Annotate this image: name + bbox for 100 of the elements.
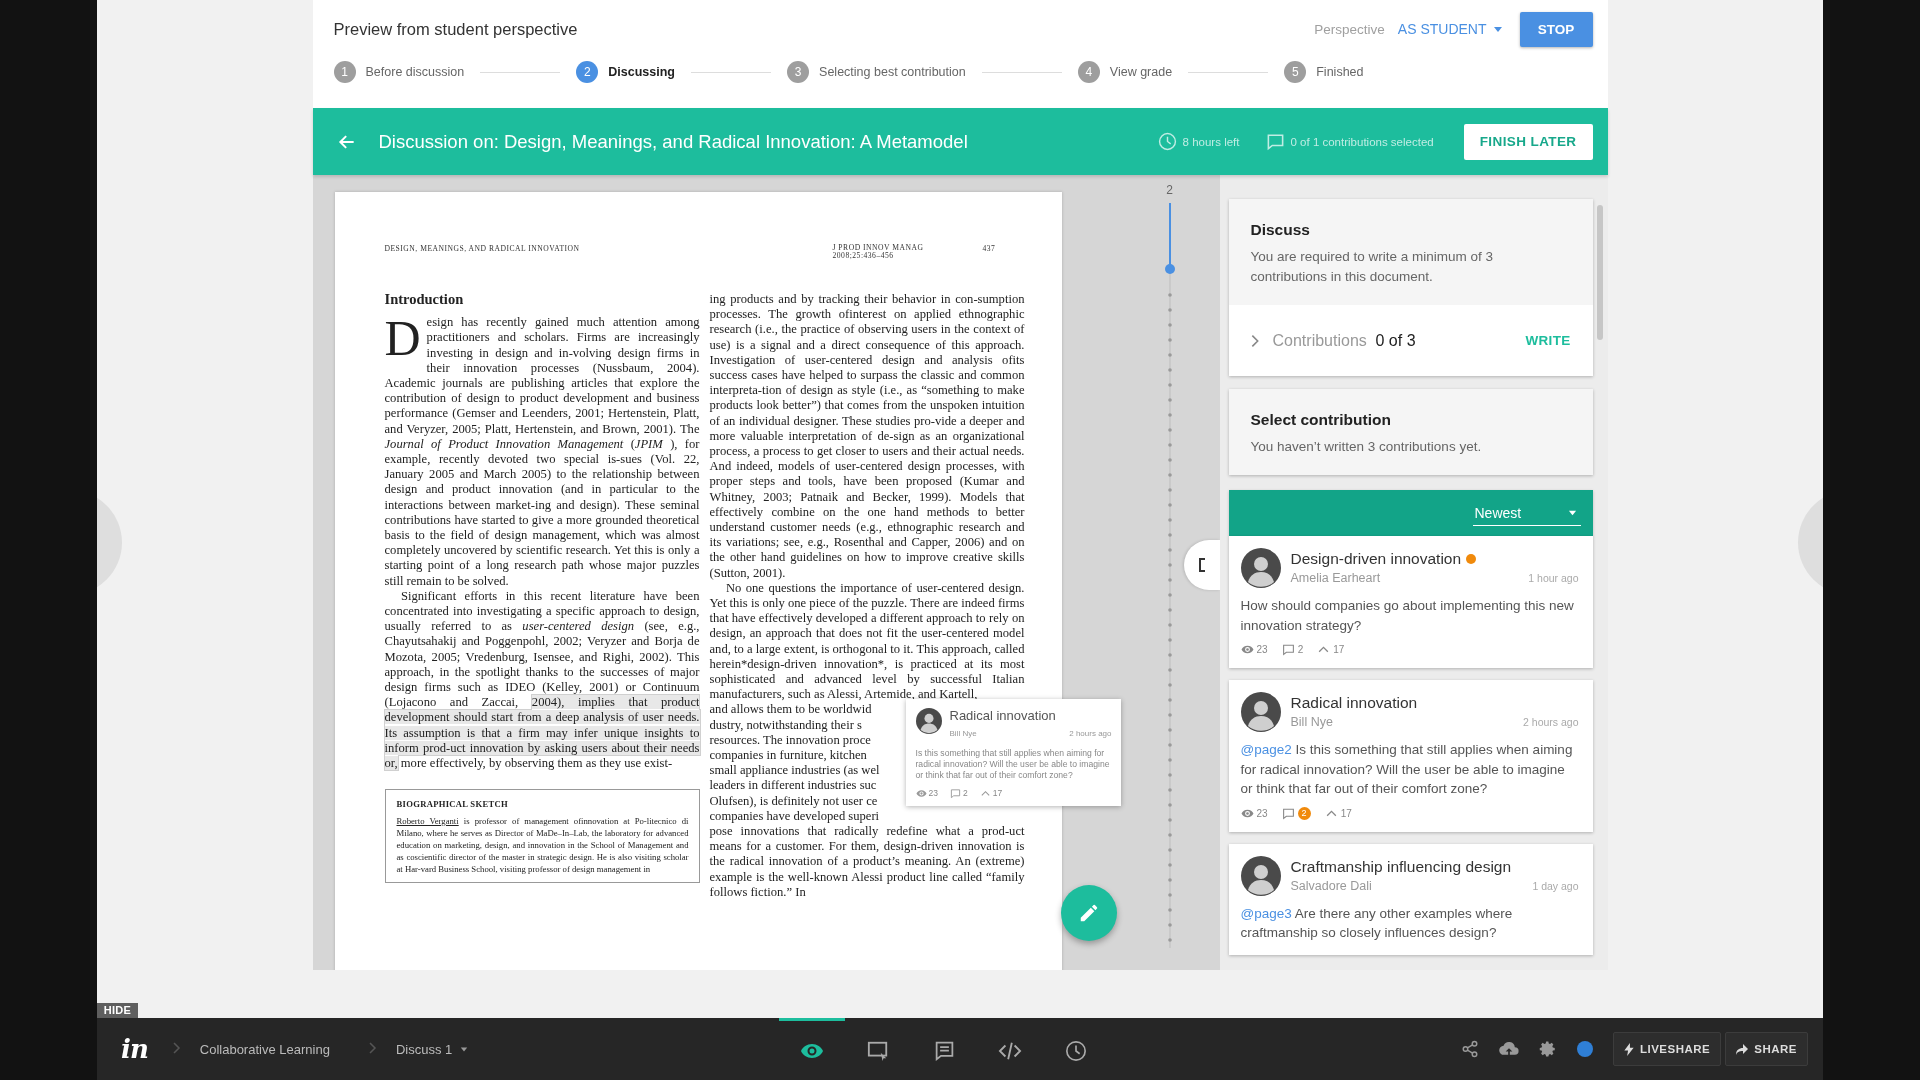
comment-title: Design-driven innovation <box>1290 550 1462 568</box>
avatar-icon <box>1240 548 1281 588</box>
reply-count: 2 <box>1297 644 1304 655</box>
comment-popup[interactable]: Radical innovation Bill Nye 2 hours ago Is this something that still applies when aiming for radical innovation? Will the user be able to imagine or think that far out of their comfort zone? 23 2 17 <box>905 699 1121 806</box>
page-title: Preview from student perspective <box>333 19 579 39</box>
comment-title: Radical innovation <box>1290 694 1418 712</box>
time-left-text: 8 hours left <box>1182 135 1240 148</box>
comment-card[interactable]: Design-driven innovation Amelia Earheart 1 hour ago How should companies go about implementing this new innovation strategy? 23 2 17 <box>1228 536 1593 668</box>
bracket-icon <box>1197 558 1206 572</box>
view-count: 23 <box>928 787 938 799</box>
biography-text: Roberto Verganti is professor of management ofinnovation at Po-litecnico di Milano, where he serves as Director of MaDe–In–Lab, the laboratory for advanced education on marketing, design, and innovation in the School of Management and as coscientific director of the master in strategic design. He is also visiting scholar at Har-vard Business School, visiting professor of design management in <box>396 814 689 876</box>
paragraph: pose innovations that radically redefine what a prod-uct means for a customer. For them, design-driven innovation is the radical innovation of a product’s meaning. An (extreme) example is the well-known Alessi product line called “family follows fiction.” In <box>709 824 1025 900</box>
scrollbar-thumb[interactable] <box>1596 205 1603 340</box>
breadcrumb-dropdown[interactable]: Discuss 1 <box>395 1041 469 1057</box>
comment-author: Amelia Earheart <box>1290 571 1381 585</box>
share-icon <box>1460 1040 1479 1058</box>
paragraph: ing products and by tracking their behavior in con-sumption processes. The growth ofinterest on applied ethnographic research (i.e., the practice of observing users in the context of use) is a signal and a direct consequence of this approach. Investigation of user-centered design and analysis ofits success cases have helped to surpass the classic and common interpreta-tion of design as style (i.e., as “something to make products look better”) that comes from the unspoken intuition of an individual designer. These studies pro-vide a deeper and more valuable interpretation of de-sign as an organizational process, a process to get closer to users and their actual needs. And indeed, models of user-centered design processes, with proper steps and tools, have been proposed (Kumar and Whitney, 2003; Patnaik and Becker, 1999). Models that effectively combine on the one hand methods to better understand customer needs (e.g., ethnographic research and its variations; see, e.g., Rosenthal and Capper, 2006) and on the other hand guidelines on how to improve creative skills (Sutton, 2001). <box>709 292 1025 581</box>
step-label[interactable]: View grade <box>1109 65 1173 79</box>
text-line: leaders in different industries suc <box>709 778 877 794</box>
comment-title: Craftmanship influencing design <box>1290 857 1512 876</box>
comment-time: 2 hours ago <box>1069 728 1112 741</box>
avatar-icon <box>1240 855 1281 896</box>
liveshare-button[interactable]: LIVESHARE <box>1612 1032 1722 1066</box>
hide-button[interactable]: HIDE <box>97 1002 138 1018</box>
perspective-dropdown[interactable]: AS STUDENT <box>1397 21 1503 37</box>
paragraph: Significant efforts in this recent literature have been concentrated into investigating a specific approach to design, usually referred to as user-centered design (see, e.g., Chayutsahakij and Poggenpohl, 2002; Veryzer and Borja de Mozota, 2005; Vredenburg, Isensee, and Righi, 2002). This approach, in the spotlight thanks to the successes of major design firms such as IDEO (Kelley, 2001) or Continuum (Lojacono and Zaccai, 2004), implies that product development should start from a deep analysis of user needs. Its assumption is that a firm may infer unique insights to inform prod-uct innovation by asking users about their needs or, more effectively, by observing them as they use exist- <box>384 588 700 772</box>
comment-text: @page2 Is this something that still applies when aiming for radical innovation? Will the user be able to imagine or think that far out of their comfort zone? <box>1240 741 1574 798</box>
comment-time: 1 day ago <box>1532 879 1579 892</box>
card-title: Select contribution <box>1250 411 1392 429</box>
comment-card[interactable]: Craftmanship influencing design Salvadore Dali 1 day ago @page3 Are there any other examples where craftmanship so closely influences design? <box>1228 843 1593 955</box>
app-logo: in <box>121 1034 148 1064</box>
card-text: You haven’t written 3 contributions yet. <box>1250 438 1483 456</box>
section-heading: Introduction <box>384 292 465 308</box>
card-title: Discuss <box>1250 221 1311 239</box>
comment-text: Is this something that still applies when aiming for radical innovation? Will the user be able to imagine or think that far out of their comfort zone? <box>915 747 1111 782</box>
view-count: 23 <box>1256 644 1268 655</box>
eye-icon <box>1240 643 1254 656</box>
cloud-button[interactable] <box>1498 1040 1519 1058</box>
comment-card[interactable] <box>1228 680 1593 832</box>
text-line: dustry, notwithstanding their s <box>709 717 862 733</box>
chevron-icon <box>171 1042 182 1054</box>
biography-title: BIOGRAPHICAL SKETCH <box>396 798 509 811</box>
comment-icon <box>949 787 961 799</box>
avatar-icon <box>1240 692 1281 732</box>
panel-tab[interactable] <box>1183 540 1220 590</box>
contributions-count: 0 of 3 <box>1375 331 1417 350</box>
step-number[interactable]: 2 <box>576 61 599 83</box>
settings-icon <box>1538 1040 1557 1058</box>
upvote-count: 17 <box>1340 807 1352 819</box>
step-label[interactable]: Discussing <box>608 65 675 79</box>
card-text: You are required to write a minimum of 3 contributions in this document. <box>1250 248 1495 286</box>
comment-icon <box>1281 806 1295 820</box>
text-line: resources. The innovation proce <box>709 732 871 749</box>
text-line: Olufsen), is definitely not user ce <box>709 793 878 809</box>
settings-button[interactable] <box>1538 1040 1557 1058</box>
step-label[interactable]: Selecting best contribution <box>819 65 966 79</box>
page-mention-link[interactable]: @page3 <box>1240 905 1292 921</box>
text-line: companies in furniture, kitchen <box>709 748 867 764</box>
avatar-icon <box>915 708 942 735</box>
comment-text: @page3 Are there any other examples where craftmanship so closely influences design? <box>1240 904 1514 942</box>
comment-icon <box>1281 643 1295 656</box>
upvote-count: 17 <box>1333 644 1345 655</box>
breadcrumb-link[interactable]: Collaborative Learning <box>199 1041 330 1057</box>
step-label[interactable]: Before discussion <box>365 65 465 79</box>
caret-icon <box>1492 24 1503 34</box>
share-network-button[interactable] <box>1460 1040 1479 1058</box>
comment-time: 1 hour ago <box>1528 572 1579 584</box>
chevron-icon <box>367 1042 378 1054</box>
comment-icon <box>1265 132 1285 151</box>
comment-author: Salvadore Dali <box>1290 878 1372 893</box>
comment-text: How should companies go about implementing this new innovation strategy? <box>1240 597 1575 635</box>
author-link[interactable]: Roberto Verganti <box>396 815 459 826</box>
eye-icon <box>915 787 927 799</box>
comment-icon <box>933 1040 955 1061</box>
clock-icon <box>1065 1039 1087 1062</box>
clock-icon <box>1157 132 1177 151</box>
caret-icon <box>460 1045 469 1053</box>
upvote-count: 17 <box>992 787 1003 799</box>
caret-icon <box>1567 508 1577 517</box>
text-line: companies have developed superi <box>709 808 880 824</box>
page-mention-link[interactable]: @page2 <box>1240 742 1292 757</box>
comment-author: Bill Nye <box>949 728 977 741</box>
page-marker-number: 2 <box>1166 183 1173 197</box>
comment-time: 2 hours ago <box>1523 716 1579 728</box>
arrow-icon <box>1736 1043 1749 1055</box>
cloud-icon <box>1498 1040 1519 1058</box>
comment-title: Radical innovation <box>949 708 1057 725</box>
text-line: and allows them to be worldwid <box>709 702 872 718</box>
step-label[interactable]: Finished <box>1316 65 1364 79</box>
text-line: small appliance industries (as wel <box>709 763 880 779</box>
user-avatar[interactable] <box>1576 1041 1593 1057</box>
comment-author: Bill Nye <box>1290 715 1333 729</box>
reply-count: 2 <box>962 787 968 799</box>
perspective-label: Perspective <box>1314 21 1385 37</box>
discussion-title: Discussion on: Design, Meanings, and Radical Innovation: A Metamodel <box>378 130 969 153</box>
stop-button[interactable]: STOP <box>1519 11 1593 47</box>
screen-icon <box>867 1039 889 1062</box>
sort-dropdown[interactable]: Newest <box>1472 500 1581 526</box>
share-button[interactable]: SHARE <box>1725 1032 1808 1066</box>
write-fab[interactable] <box>1060 885 1117 941</box>
